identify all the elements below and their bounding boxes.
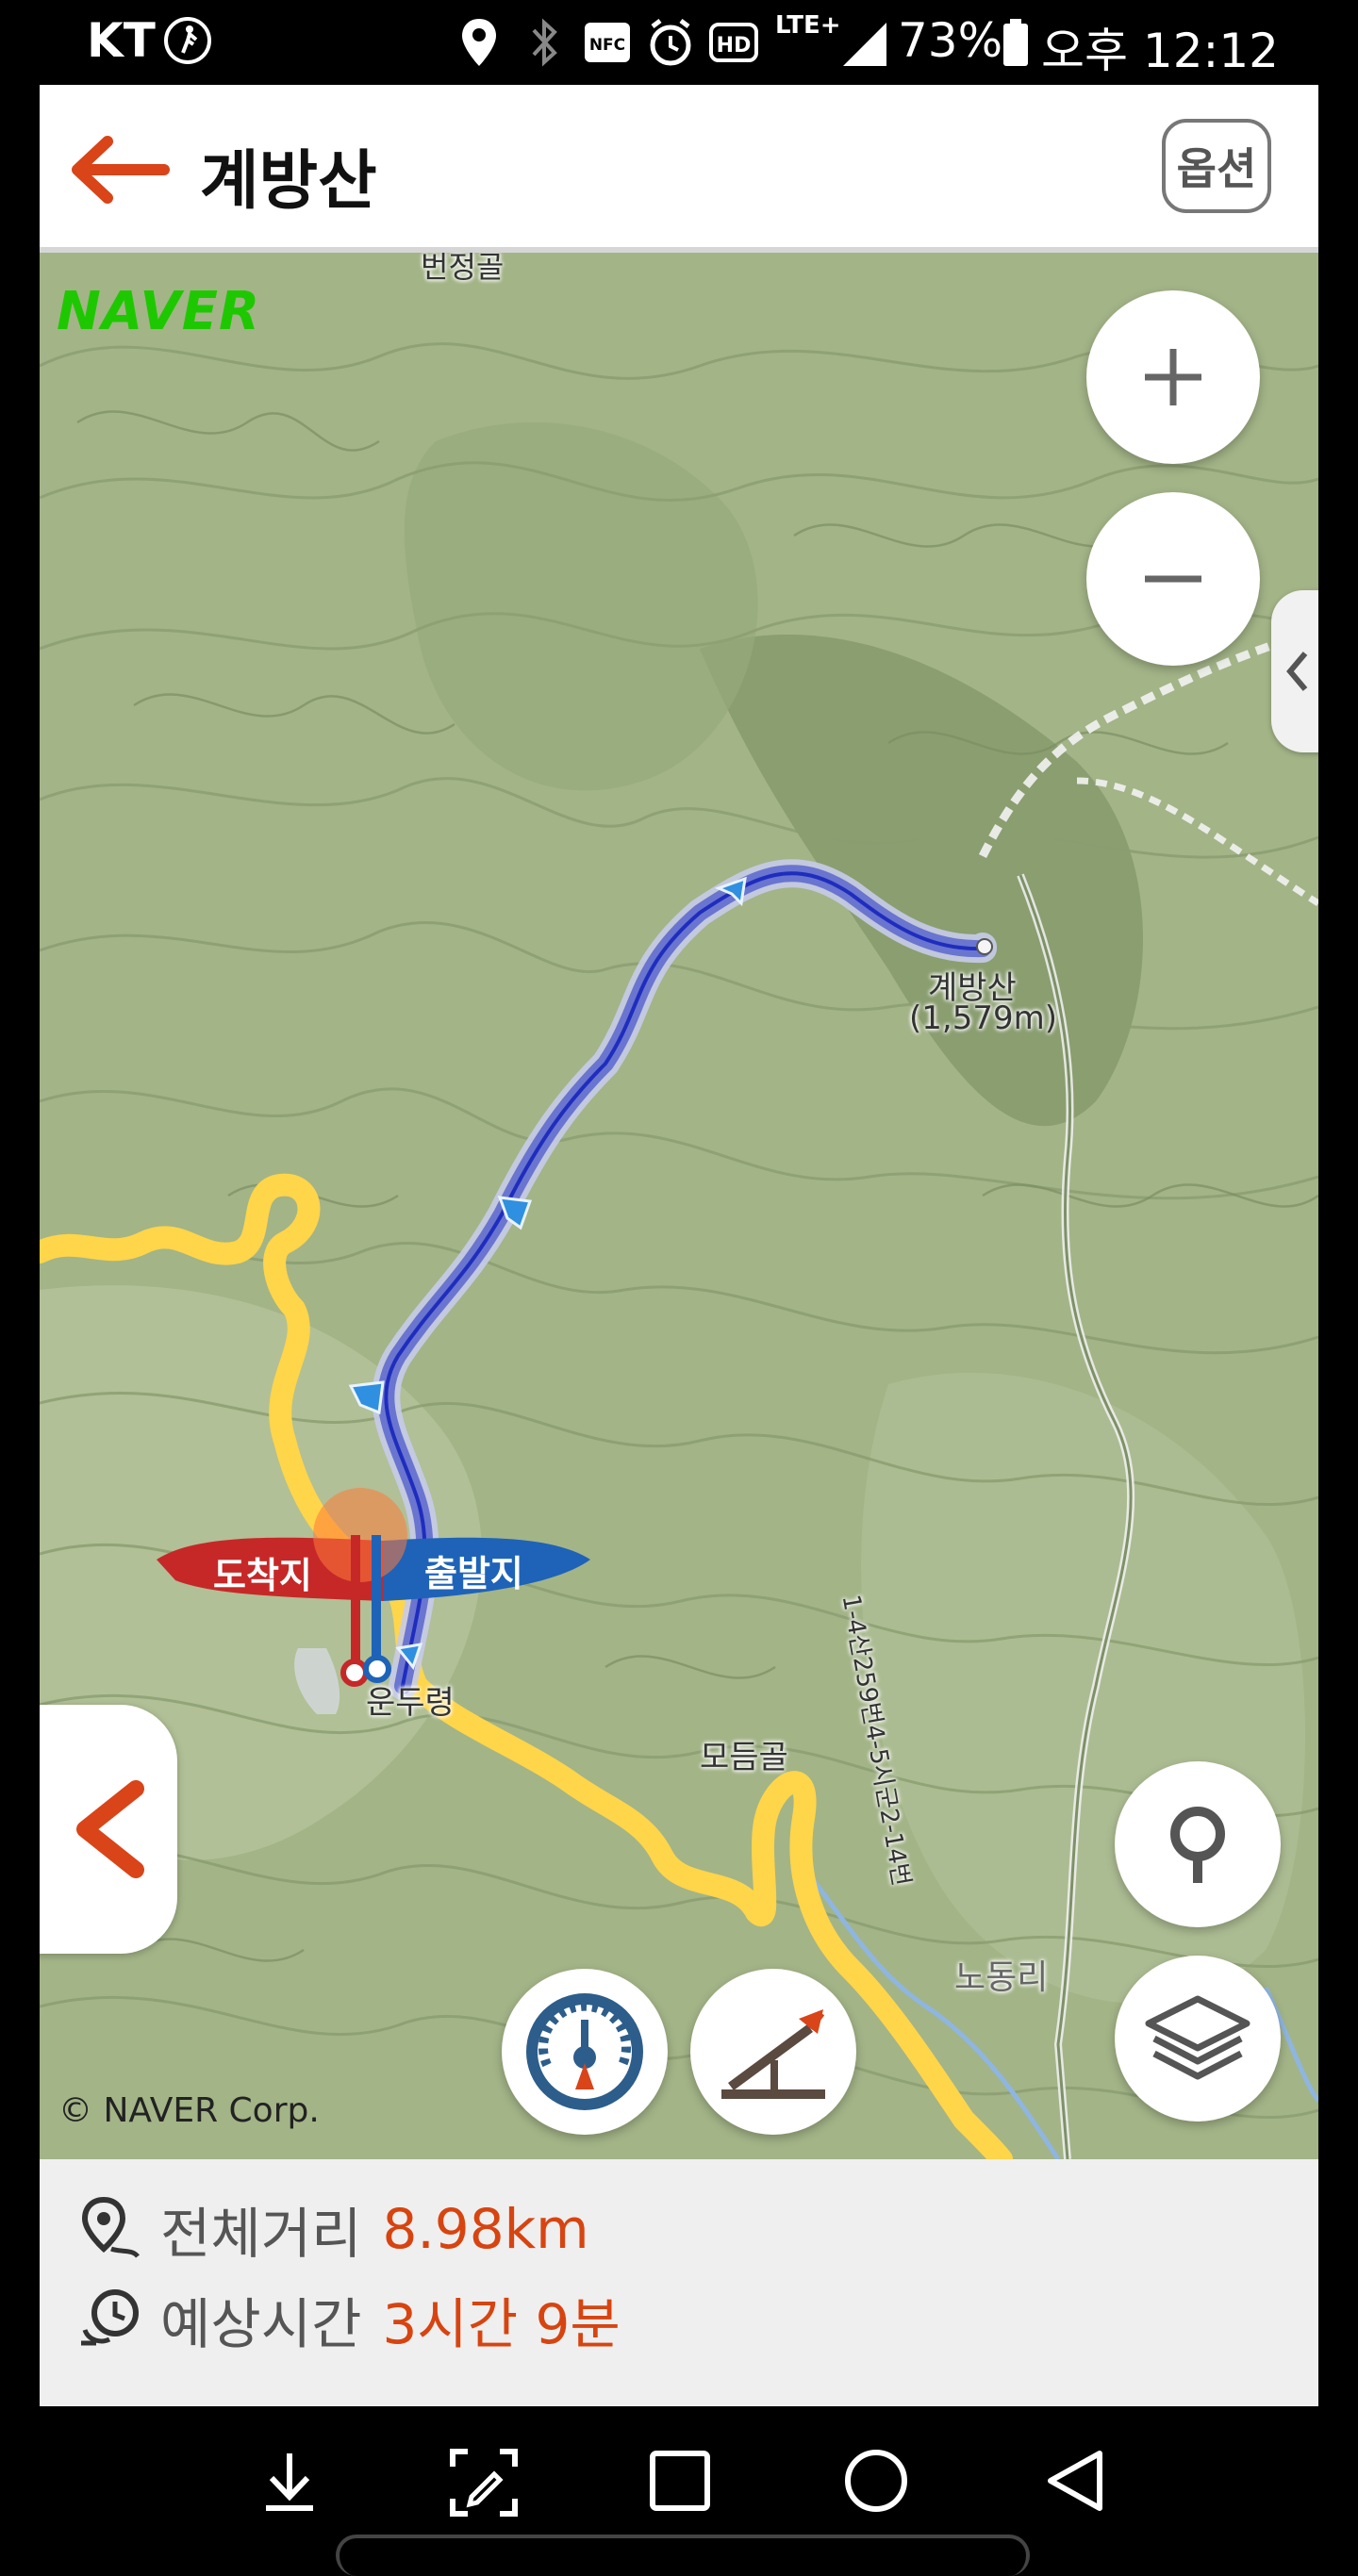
plus-icon <box>1145 349 1201 405</box>
walk-icon <box>162 15 213 77</box>
speed-gauge-button[interactable] <box>502 1969 668 2135</box>
system-nav-bar <box>0 2406 1358 2576</box>
time-label: 예상시간 <box>160 2292 362 2356</box>
arrival-marker-label: 도착지 <box>213 1555 312 1596</box>
signal-icon <box>841 19 888 79</box>
right-panel-toggle[interactable] <box>1271 590 1318 752</box>
app-window: 계방산 옵션 NAVER 번정골 계방산 (1,579m) 운두령 모듬골 노동… <box>40 85 1318 2406</box>
option-button[interactable]: 옵션 <box>1162 119 1271 213</box>
map-copyright: © NAVER Corp. <box>58 2091 320 2130</box>
page-title: 계방산 <box>200 144 377 219</box>
location-pin-icon <box>1170 1807 1225 1883</box>
gesture-handle <box>336 2535 1030 2576</box>
back-nav-icon[interactable] <box>1043 2448 1109 2518</box>
location-icon <box>460 17 498 79</box>
zoom-in-button[interactable] <box>1086 290 1260 464</box>
recent-apps-nav-icon[interactable] <box>647 2448 713 2518</box>
status-bar: KT NFC HD LTE+ 73% 오후 12:12 <box>0 0 1358 85</box>
elevation-profile-button[interactable] <box>690 1969 856 2135</box>
header: 계방산 옵션 <box>40 85 1318 253</box>
my-location-button[interactable] <box>1115 1761 1281 1927</box>
battery-icon <box>1002 17 1030 79</box>
layers-button[interactable] <box>1115 1956 1281 2122</box>
lte-icon: LTE+ <box>775 11 841 40</box>
layers-icon <box>1145 1995 1250 2080</box>
home-nav-icon[interactable] <box>843 2448 909 2518</box>
carrier-label: KT <box>87 13 156 68</box>
map-label-top: 번정골 <box>421 253 505 285</box>
alarm-icon <box>647 17 694 79</box>
time-value: 3시간 9분 <box>382 2292 621 2356</box>
route-summary: 전체거리 8.98km 예상시간 3시간 9분 <box>40 2159 1318 2406</box>
svg-text:HD: HD <box>717 34 752 58</box>
battery-percent: 73% <box>898 13 1003 68</box>
map-label-valley: 모듬골 <box>700 1739 788 1776</box>
zoom-out-button[interactable] <box>1086 492 1260 666</box>
svg-text:NFC: NFC <box>589 36 625 55</box>
nfc-icon: NFC <box>583 21 632 75</box>
left-panel-toggle[interactable] <box>40 1705 177 1954</box>
hd-icon: HD <box>709 21 758 75</box>
speedometer-icon <box>526 1993 643 2110</box>
naver-logo: NAVER <box>57 281 261 342</box>
clock-route-icon <box>81 2289 139 2346</box>
time-row: 예상시간 3시간 9분 <box>77 2282 621 2357</box>
map-view[interactable]: NAVER 번정골 계방산 (1,579m) 운두령 모듬골 노동리 1-4산2… <box>40 253 1318 2159</box>
map-label-village: 노동리 <box>954 1958 1049 1997</box>
screenshot-edit-nav-icon[interactable] <box>449 2448 519 2521</box>
distance-label: 전체거리 <box>160 2202 362 2266</box>
back-arrow-icon[interactable] <box>66 132 170 211</box>
distance-pin-icon <box>81 2196 140 2258</box>
clock: 오후 12:12 <box>1041 24 1279 78</box>
departure-marker-label: 출발지 <box>424 1553 523 1594</box>
route-endpoint-markers[interactable]: 도착지 출발지 <box>157 1478 609 1714</box>
map-label-peak-height: (1,579m) <box>909 999 1057 1037</box>
chevron-left-icon <box>1286 652 1308 691</box>
distance-value: 8.98km <box>382 2197 589 2261</box>
download-nav-icon[interactable] <box>257 2448 323 2518</box>
chevron-left-large-icon <box>76 1780 144 1878</box>
bluetooth-icon <box>528 17 560 79</box>
slope-icon <box>721 2009 825 2099</box>
distance-row: 전체거리 8.98km <box>77 2191 589 2267</box>
minus-icon <box>1145 575 1201 583</box>
